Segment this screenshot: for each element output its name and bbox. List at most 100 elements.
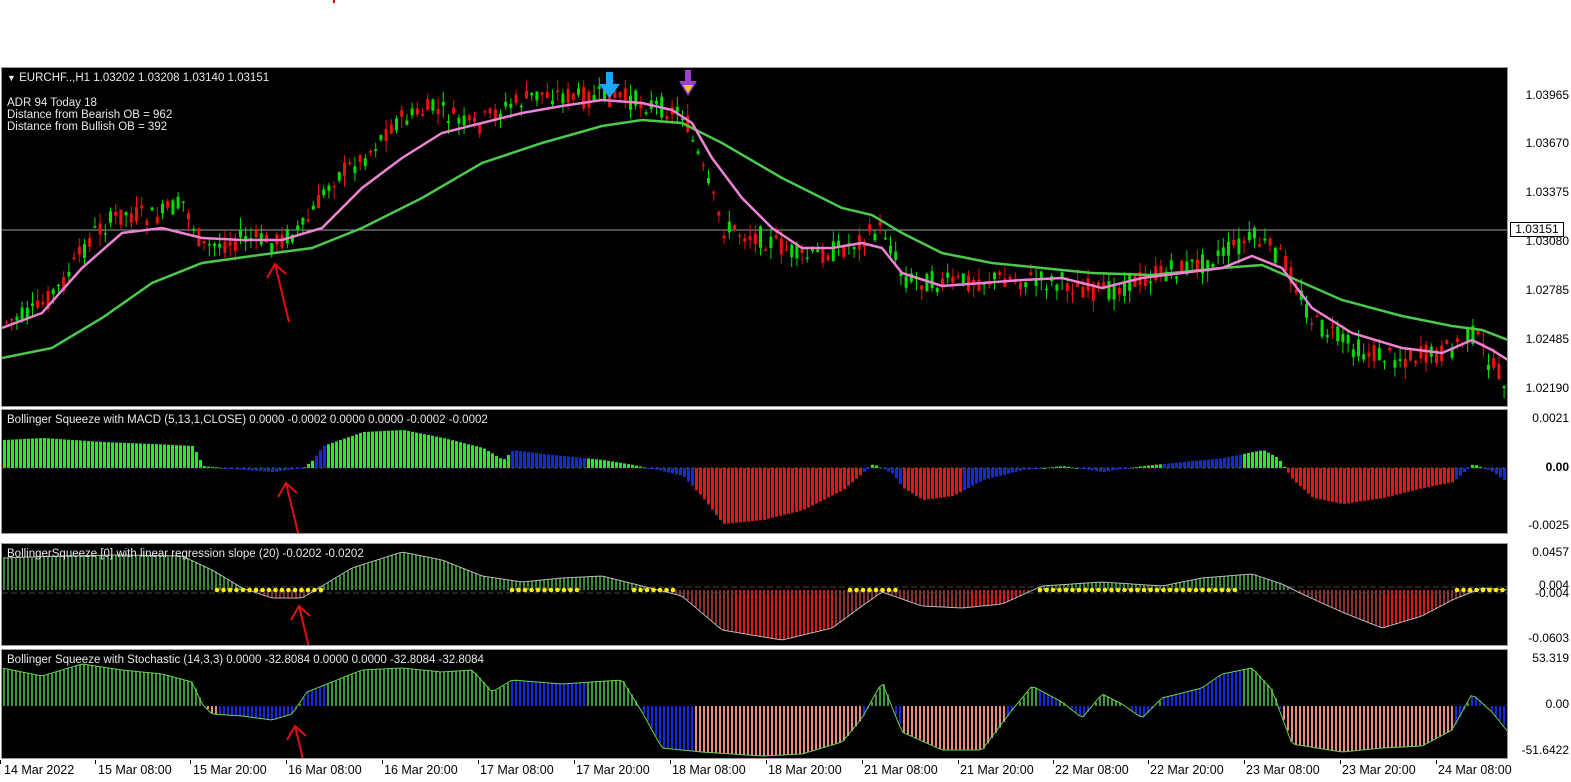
candle-body — [389, 124, 393, 134]
candle-body — [946, 272, 950, 278]
macd-histogram-bar — [71, 439, 74, 468]
macd-scale: 0.0021 0.00 -0.0025 — [1509, 409, 1571, 534]
stoch-histogram-bar — [187, 680, 189, 706]
stoch-histogram-bar — [1471, 695, 1473, 706]
lrs-histogram-bar — [927, 590, 929, 607]
macd-histogram-bar — [351, 435, 354, 468]
lrs-histogram-bar — [51, 556, 53, 590]
scale-label: -0.0025 — [1528, 518, 1569, 532]
red-annotation-arrow-icon — [290, 604, 311, 645]
candle-body — [1175, 276, 1178, 279]
macd-histogram-bar — [23, 438, 26, 468]
stoch-histogram-bar — [3, 668, 5, 706]
candle-body — [1476, 331, 1480, 335]
stoch-histogram-bar — [1079, 706, 1081, 716]
candle-body — [10, 319, 14, 321]
candle-body — [488, 108, 492, 114]
lrs-histogram-bar — [623, 581, 625, 590]
stoch-histogram-bar — [111, 668, 113, 706]
stoch-histogram-bar — [343, 677, 345, 706]
candle-body — [1351, 349, 1355, 358]
time-axis[interactable]: 14 Mar 2022 15 Mar 08:00 15 Mar 20:00 16… — [0, 760, 1571, 782]
price-scale[interactable]: 1.03965 1.03670 1.03375 1.03080 1.02785 … — [1509, 67, 1571, 407]
macd-histogram-bar — [599, 459, 602, 468]
stoch-histogram-bar — [1427, 706, 1429, 744]
squeeze-dot — [1141, 587, 1147, 593]
price-chart-panel[interactable]: ▼ EURCHF..,H1 1.03202 1.03208 1.03140 1.… — [1, 67, 1508, 407]
squeeze-dot — [873, 587, 879, 593]
stoch-histogram-bar — [115, 668, 117, 706]
candle-body — [1362, 354, 1366, 360]
lrs-histogram-bar — [443, 560, 445, 590]
candle-body — [114, 211, 118, 216]
macd-histogram-bar — [815, 468, 818, 504]
stoch-histogram-bar — [127, 670, 129, 706]
lrs-histogram-bar — [675, 590, 677, 595]
macd-histogram-bar — [1219, 458, 1222, 468]
macd-histogram-bar — [1315, 468, 1318, 499]
lrs-histogram-bar — [1351, 590, 1353, 616]
macd-histogram-bar — [823, 468, 826, 500]
lrs-histogram-bar — [1211, 577, 1213, 590]
candle-body — [743, 238, 747, 242]
stoch-histogram-bar — [795, 706, 797, 755]
stoch-histogram-bar — [87, 664, 89, 706]
lrs-title: BollingerSqueeze [0] with linear regress… — [7, 548, 364, 560]
macd-histogram-bar — [615, 462, 618, 468]
macd-histogram-bar — [1259, 450, 1262, 468]
macd-histogram-bar — [55, 438, 58, 468]
candle-body — [691, 139, 695, 142]
squeeze-dot — [1213, 587, 1218, 593]
macd-histogram-bar — [939, 468, 942, 498]
macd-histogram-bar — [135, 443, 138, 468]
candle-body — [1331, 326, 1334, 328]
macd-histogram-bar — [1379, 468, 1382, 499]
candle-body — [285, 229, 289, 244]
candle-body — [707, 178, 710, 184]
macd-histogram-canvas[interactable] — [2, 410, 1508, 534]
macd-histogram-bar — [983, 468, 986, 480]
macd-histogram-bar — [1367, 468, 1370, 501]
candle-body — [5, 321, 8, 324]
time-label: 15 Mar 08:00 — [98, 763, 172, 777]
candle-body — [816, 249, 820, 253]
stoch-histogram-bar — [923, 706, 925, 742]
macd-histogram-bar — [1247, 453, 1250, 468]
macd-histogram-bar — [343, 438, 346, 468]
macd-histogram-bar — [819, 468, 822, 502]
macd-histogram-bar — [835, 468, 838, 494]
stoch-histogram-bar — [1187, 691, 1189, 706]
candle-body — [436, 108, 440, 115]
stoch-histogram-bar — [1291, 706, 1293, 742]
squeeze-dot — [1187, 587, 1192, 593]
lrs-histogram-bar — [467, 570, 469, 590]
lrs-histogram-bar — [835, 590, 837, 626]
macd-histogram-bar — [523, 451, 526, 468]
price-chart-canvas[interactable] — [2, 68, 1508, 407]
time-tick — [1244, 760, 1245, 764]
lrs-squeeze-panel[interactable]: BollingerSqueeze [0] with linear regress… — [1, 543, 1508, 646]
candle-body — [582, 87, 586, 109]
macd-histogram-bar — [1503, 468, 1506, 481]
stoch-histogram-bar — [423, 670, 425, 706]
stoch-histogram-bar — [927, 706, 929, 744]
time-tick — [670, 760, 671, 764]
stoch-histogram-bar — [47, 674, 49, 706]
macd-histogram-bar — [323, 445, 326, 468]
macd-histogram-bar — [915, 468, 918, 496]
candle-body — [883, 237, 887, 240]
lrs-histogram-bar — [915, 590, 917, 604]
time-label: 14 Mar 2022 — [4, 763, 75, 777]
stoch-histogram-bar — [1027, 692, 1029, 706]
stoch-histogram-bar — [287, 706, 289, 716]
macd-histogram-bar — [1423, 468, 1426, 488]
collapse-triangle-icon[interactable]: ▼ — [7, 73, 16, 83]
candle-body — [759, 226, 762, 248]
stoch-squeeze-panel[interactable]: Bollinger Squeeze with Stochastic (14,3,… — [1, 649, 1508, 759]
macd-histogram-bar — [1307, 468, 1310, 494]
stoch-histogram-bar — [99, 666, 101, 706]
lrs-histogram-bar — [423, 556, 425, 590]
lrs-histogram-bar — [1271, 580, 1273, 590]
macd-squeeze-panel[interactable]: Bollinger Squeeze with MACD (5,13,1,CLOS… — [1, 409, 1508, 534]
stoch-histogram-bar — [1419, 706, 1421, 747]
